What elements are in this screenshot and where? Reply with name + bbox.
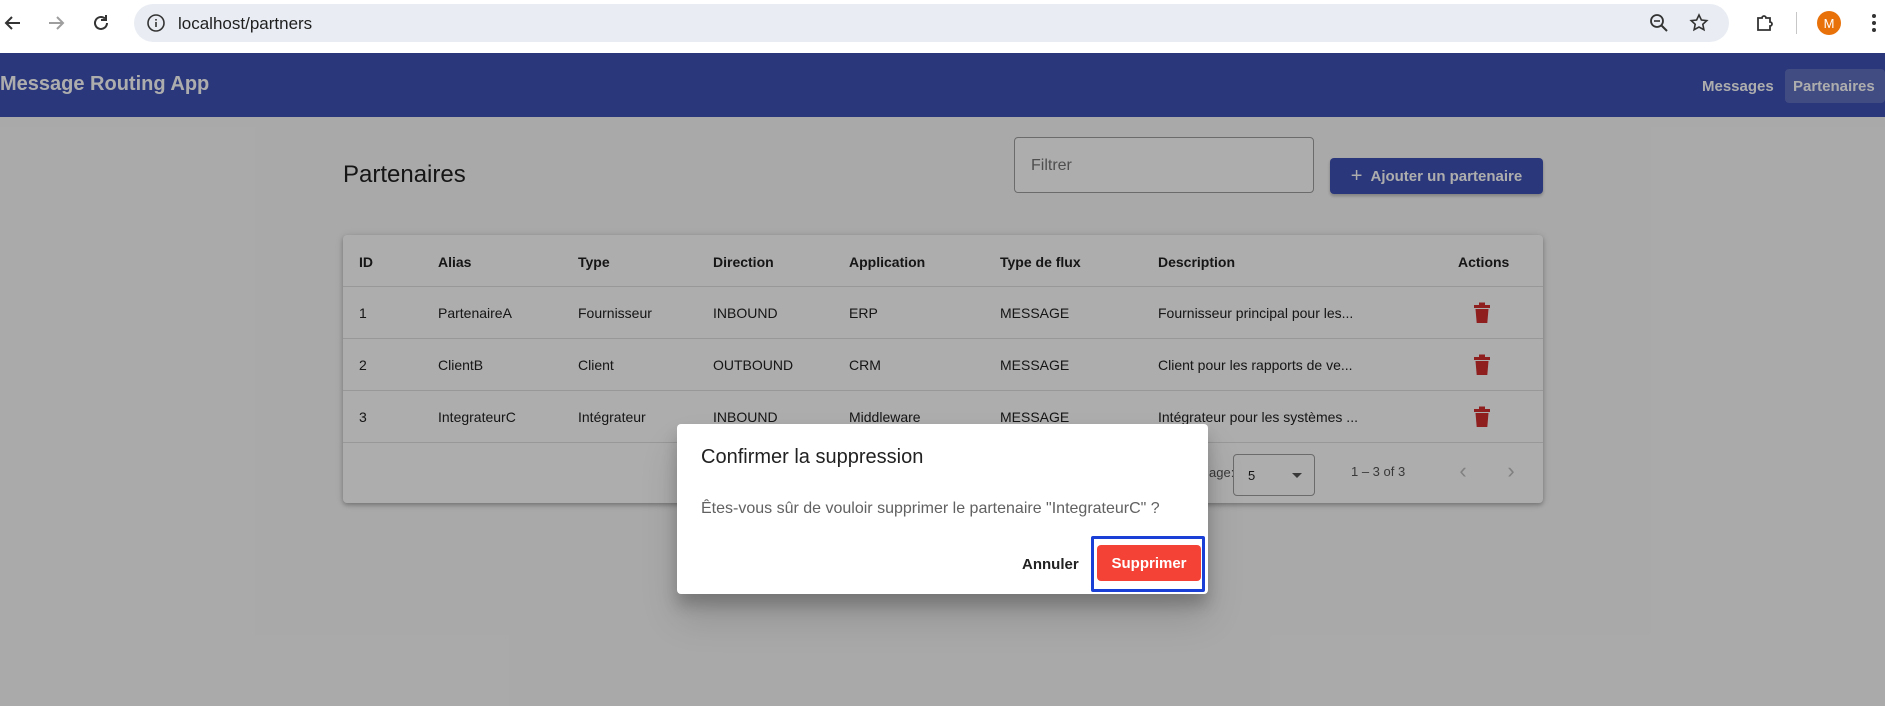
dialog-title: Confirmer la suppression (701, 446, 924, 468)
kebab-menu-icon (1872, 14, 1876, 32)
extensions-button[interactable] (1752, 10, 1778, 36)
browser-menu-button[interactable] (1864, 10, 1884, 36)
modal-backdrop[interactable] (0, 53, 1885, 706)
profile-avatar[interactable]: M (1817, 11, 1841, 35)
confirm-delete-dialog: Confirmer la suppression Êtes-vous sûr d… (677, 424, 1208, 594)
reload-button[interactable] (88, 10, 114, 36)
reload-icon (94, 15, 108, 30)
toolbar-separator (1796, 12, 1797, 34)
puzzle-icon (1757, 15, 1773, 31)
forward-button[interactable] (43, 10, 69, 36)
url-text: localhost/partners (178, 14, 313, 33)
browser-toolbar: localhost/partners M (0, 0, 1885, 53)
delete-confirm-button[interactable]: Supprimer (1097, 545, 1201, 581)
zoom-icon (1650, 14, 1668, 32)
arrow-right-icon (49, 16, 65, 30)
info-icon[interactable] (146, 13, 166, 33)
back-button[interactable] (0, 10, 26, 36)
arrow-left-icon (4, 16, 20, 30)
zoom-button[interactable] (1646, 10, 1672, 36)
focus-ring: Supprimer (1091, 536, 1205, 592)
star-icon (1689, 13, 1709, 32)
address-bar[interactable]: localhost/partners (134, 4, 1729, 42)
bookmark-button[interactable] (1686, 10, 1712, 36)
cancel-button[interactable]: Annuler (1012, 546, 1089, 582)
dialog-message: Êtes-vous sûr de vouloir supprimer le pa… (701, 500, 1160, 517)
